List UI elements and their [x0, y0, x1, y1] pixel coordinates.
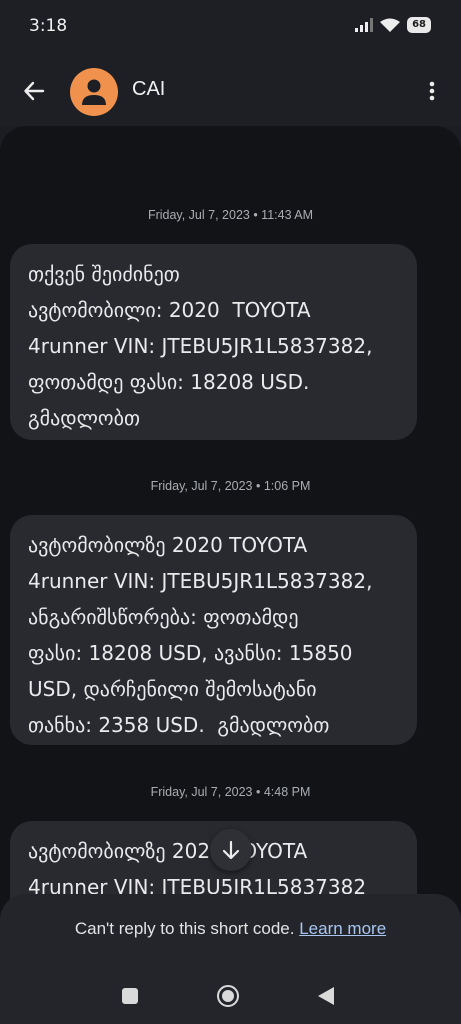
person-icon [82, 79, 106, 105]
home-icon [222, 990, 234, 1002]
arrow-down-icon [222, 840, 240, 860]
status-time: 3:18 [29, 16, 68, 36]
nav-back-button[interactable] [316, 985, 336, 1007]
message-timestamp: Friday, Jul 7, 2023 • 11:43 AM [147, 208, 314, 222]
nav-recents-button[interactable] [122, 988, 138, 1004]
reply-notice-text: Can't reply to this short code. [74, 919, 295, 938]
battery-indicator: 68 [407, 17, 431, 33]
more-vert-icon [429, 81, 435, 101]
learn-more-link[interactable]: Learn more [299, 919, 386, 938]
more-options-button[interactable] [421, 76, 443, 106]
conversation-area[interactable]: Friday, Jul 7, 2023 • 11:43 AM თქვენ შეი… [0, 126, 461, 1024]
message-bubble[interactable]: ავტომობილზე 2020 TOYOTA 4runner VIN: JTE… [10, 515, 417, 745]
signal-icon [355, 18, 374, 32]
status-bar: 3:18 68 [0, 0, 461, 56]
nav-home-button[interactable] [217, 985, 239, 1007]
message-bubble[interactable]: თქვენ შეიძინეთ ავტომობილი: 2020 TOYOTA 4… [10, 244, 417, 440]
message-timestamp: Friday, Jul 7, 2023 • 4:48 PM [150, 785, 311, 799]
arrow-left-icon [24, 81, 45, 101]
reply-notice: Can't reply to this short code. Learn mo… [0, 919, 461, 939]
scroll-to-bottom-button[interactable] [210, 829, 252, 871]
status-icons: 68 [355, 17, 431, 33]
contact-name[interactable]: CAI [132, 78, 165, 101]
wifi-icon [380, 18, 401, 32]
back-button[interactable] [18, 75, 50, 107]
message-timestamp: Friday, Jul 7, 2023 • 1:06 PM [150, 479, 311, 493]
contact-avatar[interactable] [70, 68, 118, 116]
conversation-header: CAI [0, 56, 461, 126]
